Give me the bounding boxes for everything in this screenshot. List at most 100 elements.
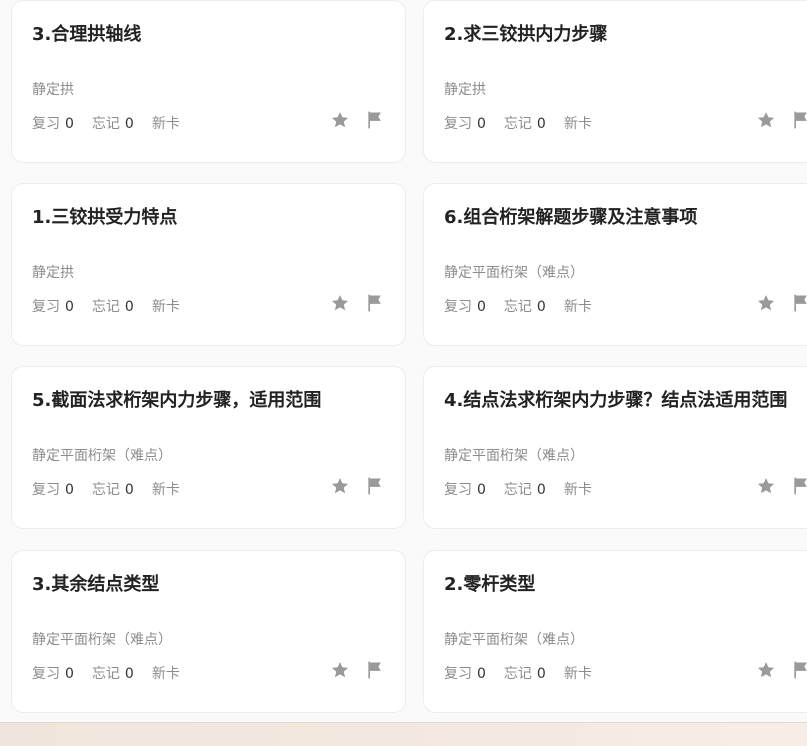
review-stat: 复习 0 bbox=[444, 663, 486, 683]
card[interactable]: 6.组合桁架解题步骤及注意事项 静定平面桁架（难点） 复习 0 忘记 0 新卡 bbox=[423, 183, 807, 346]
star-icon[interactable] bbox=[756, 293, 776, 313]
review-stat: 复习 0 bbox=[32, 296, 74, 316]
card-category: 静定平面桁架（难点） bbox=[32, 632, 172, 648]
forget-count: 0 bbox=[124, 666, 134, 682]
forget-count: 0 bbox=[536, 482, 546, 498]
new-card-label: 新卡 bbox=[563, 666, 592, 682]
flag-icon[interactable] bbox=[791, 476, 807, 496]
forget-stat: 忘记 0 bbox=[504, 479, 546, 499]
card-category: 静定平面桁架（难点） bbox=[444, 632, 584, 648]
new-card-label: 新卡 bbox=[151, 299, 180, 315]
review-label: 复习 bbox=[32, 482, 60, 498]
card-actions bbox=[756, 293, 807, 313]
card-actions bbox=[756, 660, 807, 680]
card-title[interactable]: 2.零杆类型 bbox=[444, 571, 799, 598]
forget-label: 忘记 bbox=[503, 116, 532, 132]
forget-stat: 忘记 0 bbox=[92, 296, 134, 316]
review-count: 0 bbox=[65, 299, 74, 315]
card-stats: 复习 0 忘记 0 新卡 bbox=[32, 479, 198, 499]
new-card-label: 新卡 bbox=[563, 482, 592, 498]
card-stats: 复习 0 忘记 0 新卡 bbox=[444, 479, 610, 499]
card-stats: 复习 0 忘记 0 新卡 bbox=[444, 296, 610, 316]
forget-label: 忘记 bbox=[503, 299, 532, 315]
review-label: 复习 bbox=[32, 666, 60, 682]
review-label: 复习 bbox=[32, 116, 60, 132]
flag-icon[interactable] bbox=[791, 660, 807, 680]
card-actions bbox=[330, 110, 385, 130]
new-card-label: 新卡 bbox=[151, 666, 180, 682]
review-stat: 复习 0 bbox=[444, 296, 486, 316]
card-actions bbox=[330, 660, 385, 680]
forget-stat: 忘记 0 bbox=[504, 663, 546, 683]
card[interactable]: 1.三铰拱受力特点 静定拱 复习 0 忘记 0 新卡 bbox=[11, 183, 406, 346]
card[interactable]: 3.合理拱轴线 静定拱 复习 0 忘记 0 新卡 bbox=[11, 0, 406, 163]
new-card-label: 新卡 bbox=[563, 299, 592, 315]
forget-label: 忘记 bbox=[503, 482, 532, 498]
card-title[interactable]: 6.组合桁架解题步骤及注意事项 bbox=[444, 204, 799, 231]
review-stat: 复习 0 bbox=[32, 113, 74, 133]
forget-count: 0 bbox=[536, 116, 546, 132]
review-stat: 复习 0 bbox=[444, 479, 486, 499]
card[interactable]: 2.求三铰拱内力步骤 静定拱 复习 0 忘记 0 新卡 bbox=[423, 0, 807, 163]
card-category: 静定平面桁架（难点） bbox=[444, 265, 584, 281]
card-stats: 复习 0 忘记 0 新卡 bbox=[32, 113, 198, 133]
card-title[interactable]: 2.求三铰拱内力步骤 bbox=[444, 21, 799, 48]
review-label: 复习 bbox=[32, 299, 60, 315]
forget-stat: 忘记 0 bbox=[504, 113, 546, 133]
card-stats: 复习 0 忘记 0 新卡 bbox=[32, 296, 198, 316]
card[interactable]: 2.零杆类型 静定平面桁架（难点） 复习 0 忘记 0 新卡 bbox=[423, 550, 807, 713]
forget-count: 0 bbox=[536, 666, 546, 682]
new-card-label: 新卡 bbox=[563, 116, 592, 132]
review-count: 0 bbox=[65, 666, 74, 682]
forget-label: 忘记 bbox=[503, 666, 532, 682]
card-title[interactable]: 3.其余结点类型 bbox=[32, 571, 387, 598]
card-actions bbox=[756, 476, 807, 496]
forget-count: 0 bbox=[124, 116, 134, 132]
card-title[interactable]: 1.三铰拱受力特点 bbox=[32, 204, 387, 231]
card[interactable]: 5.截面法求桁架内力步骤，适用范围 静定平面桁架（难点） 复习 0 忘记 0 新卡 bbox=[11, 366, 406, 529]
star-icon[interactable] bbox=[330, 476, 350, 496]
star-icon[interactable] bbox=[756, 660, 776, 680]
card-title[interactable]: 3.合理拱轴线 bbox=[32, 21, 387, 48]
flag-icon[interactable] bbox=[365, 660, 385, 680]
star-icon[interactable] bbox=[330, 293, 350, 313]
card[interactable]: 4.结点法求桁架内力步骤？结点法适用范围 静定平面桁架（难点） 复习 0 忘记 0 … bbox=[423, 366, 807, 529]
star-icon[interactable] bbox=[330, 660, 350, 680]
star-icon[interactable] bbox=[756, 110, 776, 130]
forget-stat: 忘记 0 bbox=[92, 113, 134, 133]
forget-count: 0 bbox=[536, 299, 546, 315]
card-actions bbox=[330, 293, 385, 313]
review-stat: 复习 0 bbox=[32, 479, 74, 499]
card-category: 静定拱 bbox=[32, 265, 74, 281]
card-stats: 复习 0 忘记 0 新卡 bbox=[444, 663, 610, 683]
review-label: 复习 bbox=[444, 116, 472, 132]
card[interactable]: 3.其余结点类型 静定平面桁架（难点） 复习 0 忘记 0 新卡 bbox=[11, 550, 406, 713]
review-label: 复习 bbox=[444, 666, 472, 682]
bottom-panel bbox=[0, 722, 807, 746]
card-actions bbox=[756, 110, 807, 130]
forget-count: 0 bbox=[124, 299, 134, 315]
card-title[interactable]: 4.结点法求桁架内力步骤？结点法适用范围 bbox=[444, 387, 799, 414]
review-count: 0 bbox=[65, 482, 74, 498]
review-count: 0 bbox=[477, 116, 486, 132]
card-category: 静定平面桁架（难点） bbox=[32, 448, 172, 464]
star-icon[interactable] bbox=[756, 476, 776, 496]
flag-icon[interactable] bbox=[791, 293, 807, 313]
review-stat: 复习 0 bbox=[32, 663, 74, 683]
flag-icon[interactable] bbox=[365, 476, 385, 496]
card-category: 静定平面桁架（难点） bbox=[444, 448, 584, 464]
forget-label: 忘记 bbox=[91, 116, 120, 132]
flag-icon[interactable] bbox=[365, 293, 385, 313]
flag-icon[interactable] bbox=[365, 110, 385, 130]
forget-stat: 忘记 0 bbox=[92, 663, 134, 683]
flag-icon[interactable] bbox=[791, 110, 807, 130]
new-card-label: 新卡 bbox=[151, 116, 180, 132]
card-title[interactable]: 5.截面法求桁架内力步骤，适用范围 bbox=[32, 387, 387, 414]
review-count: 0 bbox=[477, 299, 486, 315]
forget-label: 忘记 bbox=[91, 482, 120, 498]
review-count: 0 bbox=[65, 116, 74, 132]
star-icon[interactable] bbox=[330, 110, 350, 130]
card-stats: 复习 0 忘记 0 新卡 bbox=[32, 663, 198, 683]
review-stat: 复习 0 bbox=[444, 113, 486, 133]
forget-stat: 忘记 0 bbox=[504, 296, 546, 316]
